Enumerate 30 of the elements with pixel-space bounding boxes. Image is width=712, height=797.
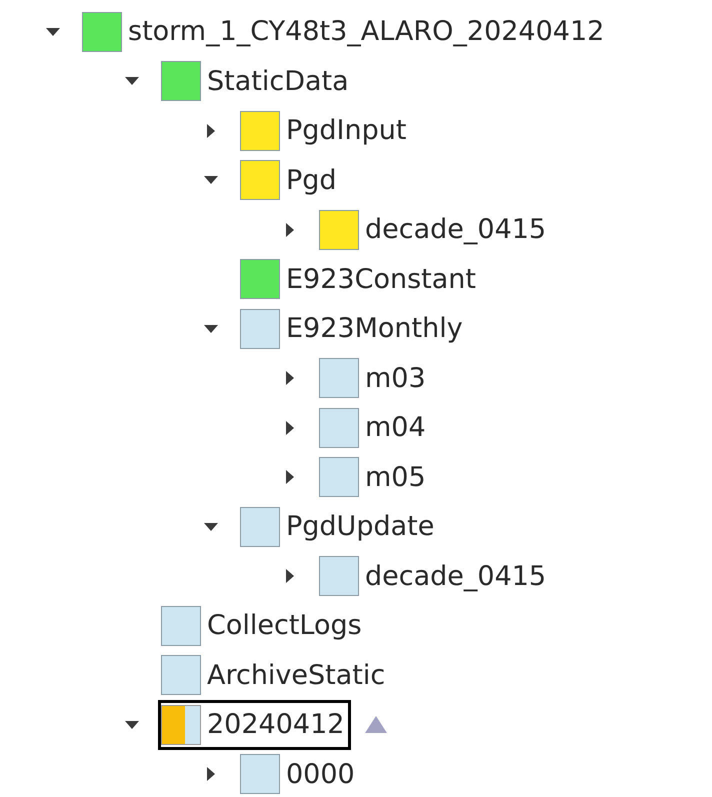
expand-arrow-icon[interactable]	[286, 222, 294, 237]
tree-node[interactable]: m05	[316, 452, 433, 502]
tree-node[interactable]: ArchiveStatic	[158, 650, 392, 700]
expand-arrow-icon[interactable]	[207, 767, 215, 782]
tree-node[interactable]: PgdInput	[237, 106, 414, 156]
tree-node[interactable]: CollectLogs	[158, 600, 369, 651]
collapse-arrow-icon[interactable]	[204, 522, 218, 531]
collapse-arrow-icon[interactable]	[204, 176, 218, 184]
expand-arrow-icon[interactable]	[286, 470, 294, 484]
tree-node[interactable]: Pgd	[237, 155, 344, 206]
collapse-arrow-icon[interactable]	[125, 77, 139, 86]
tree-node[interactable]: PgdUpdate	[237, 502, 442, 552]
tree-node[interactable]: 0000	[237, 749, 362, 797]
tree-node[interactable]: storm_1_CY48t3_ALARO_20240412	[79, 6, 612, 57]
status-icon	[161, 704, 201, 745]
tree-node[interactable]: 20240412	[158, 700, 352, 750]
expand-arrow-icon[interactable]	[286, 569, 294, 584]
tree-node[interactable]: decade_0415	[316, 551, 554, 602]
expand-arrow-icon[interactable]	[286, 371, 294, 386]
expand-arrow-icon[interactable]	[207, 124, 215, 138]
collapse-arrow-icon[interactable]	[125, 720, 139, 729]
tree-node[interactable]: E923Constant	[237, 254, 483, 304]
collapse-arrow-icon[interactable]	[204, 324, 218, 333]
tree-node[interactable]: E923Monthly	[237, 304, 470, 354]
tree-node[interactable]: m03	[316, 353, 433, 404]
tree-node[interactable]: m04	[316, 402, 433, 453]
tree-node[interactable]: decade_0415	[316, 204, 554, 255]
expand-arrow-icon[interactable]	[286, 420, 294, 435]
tree-node[interactable]: StaticData	[158, 56, 356, 106]
collapse-arrow-icon[interactable]	[46, 28, 60, 36]
